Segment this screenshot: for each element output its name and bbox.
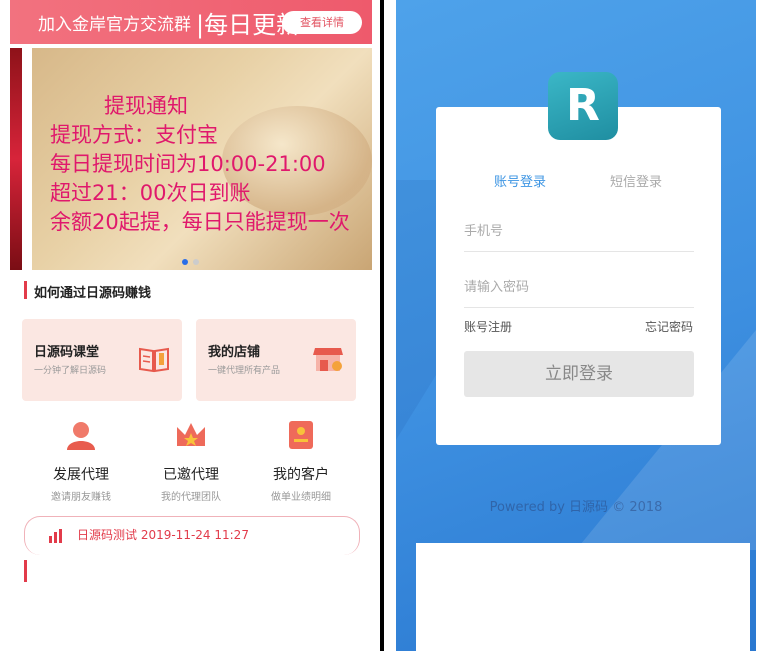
- section-accent-bar: [24, 281, 27, 299]
- login-panel: 账号登录 短信登录 手机号 请输入密码 账号注册 忘记密码 立即登录: [436, 107, 721, 445]
- login-screen: R 账号登录 短信登录 手机号 请输入密码 账号注册 忘记密码 立即登录 Pow…: [396, 0, 756, 651]
- group-join-bar[interactable]: 加入金岸官方交流群 |每日更新 查看详情: [10, 0, 372, 44]
- logo-letter: R: [566, 80, 600, 131]
- action-invited-agents[interactable]: 已邀代理 我的代理团队: [136, 418, 246, 503]
- register-link[interactable]: 账号注册: [464, 318, 512, 335]
- promo-banner[interactable]: 提现通知 提现方式：支付宝 每日提现时间为10:00-21:00 超过21：00…: [32, 48, 372, 270]
- tab-sms-login[interactable]: 短信登录: [610, 171, 662, 190]
- login-button[interactable]: 立即登录: [464, 351, 694, 397]
- view-details-button[interactable]: 查看详情: [282, 11, 362, 34]
- banner-title: 提现通知: [104, 94, 188, 118]
- action-label: 已邀代理: [163, 467, 219, 483]
- banner-line: 提现方式：支付宝: [50, 123, 218, 147]
- client-card-icon: [289, 421, 313, 449]
- blank-area: [416, 543, 750, 651]
- action-label: 发展代理: [53, 467, 109, 483]
- screenshot-divider: [380, 0, 384, 651]
- announcement-icon: [49, 529, 62, 543]
- banner-line: 超过21：00次日到账: [50, 181, 251, 205]
- action-desc: 邀请朋友赚钱: [51, 492, 111, 503]
- phone-input[interactable]: 手机号: [464, 220, 694, 252]
- forgot-password-link[interactable]: 忘记密码: [645, 318, 693, 335]
- app-logo-icon: R: [548, 72, 618, 140]
- card-course[interactable]: 日源码课堂 一分钟了解日源码: [22, 319, 182, 401]
- action-desc: 做单业绩明细: [271, 492, 331, 503]
- powered-by-footer: Powered by 日源码 © 2018: [489, 500, 663, 515]
- tab-account-login[interactable]: 账号登录: [494, 171, 546, 190]
- notice-bar[interactable]: 日源码测试 2019-11-24 11:27: [24, 516, 360, 555]
- card-title: 日源码课堂: [34, 345, 100, 360]
- card-subtitle: 一分钟了解日源码: [34, 366, 107, 376]
- notice-text: 日源码测试 2019-11-24 11:27: [77, 528, 249, 542]
- book-icon: [139, 347, 169, 373]
- prev-banner-edge: [10, 48, 22, 270]
- password-input[interactable]: 请输入密码: [464, 276, 694, 308]
- carousel-dots[interactable]: [182, 250, 204, 269]
- card-subtitle: 一键代理所有产品: [208, 366, 281, 376]
- users-icon: [67, 422, 95, 450]
- section-accent-bar: [24, 560, 27, 582]
- card-my-shop[interactable]: 我的店铺 一键代理所有产品: [196, 319, 356, 401]
- left-app-screen: 加入金岸官方交流群 |每日更新 查看详情 提现通知 提现方式：支付宝 每日提现时…: [10, 0, 372, 651]
- action-my-clients[interactable]: 我的客户 做单业绩明细: [246, 418, 356, 503]
- action-desc: 我的代理团队: [161, 492, 221, 503]
- action-label: 我的客户: [273, 467, 329, 483]
- card-title: 我的店铺: [208, 345, 261, 360]
- carousel-dot[interactable]: [193, 259, 199, 265]
- crown-icon: [177, 423, 205, 446]
- section-title: 如何通过日源码赚钱: [34, 286, 152, 301]
- action-develop-agent[interactable]: 发展代理 邀请朋友赚钱: [26, 418, 136, 503]
- banner-line: 余额20起提，每日只能提现一次: [50, 210, 350, 234]
- shop-icon: [313, 348, 343, 371]
- group-join-text: 加入金岸官方交流群: [38, 15, 191, 35]
- banner-line: 每日提现时间为10:00-21:00: [50, 152, 326, 176]
- carousel-dot-active[interactable]: [182, 259, 188, 265]
